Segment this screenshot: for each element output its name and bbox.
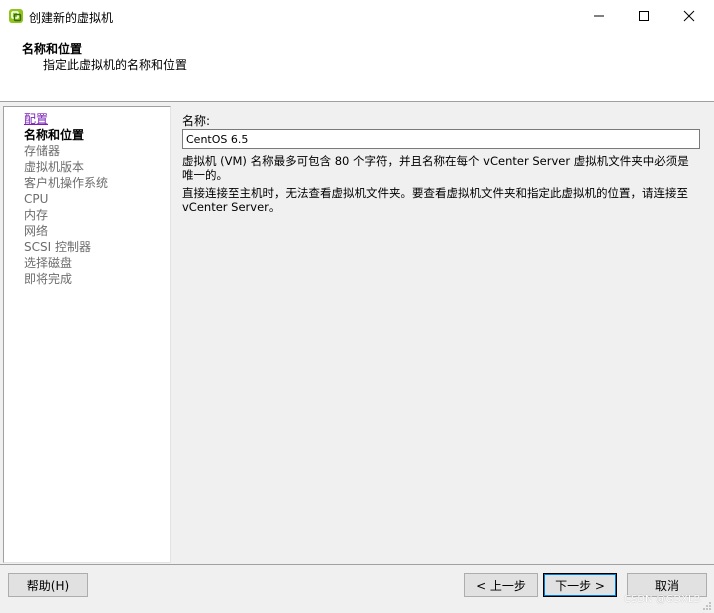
step-memory: 内存 — [24, 208, 49, 222]
wizard-body: 配置 名称和位置 存储器 虚拟机版本 客户机操作系统 CPU 内存 网络 SCS… — [0, 102, 714, 564]
vmware-vsphere-icon — [8, 8, 24, 24]
step-cpu: CPU — [24, 192, 49, 206]
watermark: CSDN @GDXLB — [624, 594, 701, 605]
step-configuration[interactable]: 配置 — [24, 111, 48, 127]
step-select-disk: 选择磁盘 — [24, 256, 73, 270]
next-button[interactable]: 下一步 > — [543, 573, 617, 597]
help-button[interactable]: 帮助(H) — [8, 573, 88, 597]
close-button[interactable] — [666, 0, 712, 32]
minimize-button[interactable] — [576, 0, 622, 32]
window-title: 创建新的虚拟机 — [29, 11, 114, 25]
maximize-button[interactable] — [621, 0, 667, 32]
page-title: 名称和位置 — [22, 42, 83, 56]
wizard-header: 名称和位置 指定此虚拟机的名称和位置 — [0, 32, 714, 102]
close-icon — [683, 10, 695, 22]
maximize-icon — [639, 11, 649, 21]
back-button[interactable]: < 上一步 — [464, 573, 538, 597]
page-subtitle: 指定此虚拟机的名称和位置 — [43, 58, 188, 72]
step-network: 网络 — [24, 224, 49, 238]
step-guest-os: 客户机操作系统 — [24, 176, 109, 190]
step-storage: 存储器 — [24, 144, 61, 158]
folder-help-text: 直接连接至主机时，无法查看虚拟机文件夹。要查看虚拟机文件夹和指定此虚拟机的位置，… — [182, 186, 688, 214]
vm-name-input[interactable] — [182, 129, 700, 149]
minimize-icon — [594, 15, 604, 17]
name-label: 名称: — [182, 114, 211, 128]
name-help-text: 虚拟机 (VM) 名称最多可包含 80 个字符，并且名称在每个 vCenter … — [182, 154, 689, 182]
wizard-footer: 帮助(H) < 上一步 下一步 > 取消 CSDN @GDXLB — [0, 564, 714, 613]
step-scsi-controller: SCSI 控制器 — [24, 240, 91, 254]
step-name-location: 名称和位置 — [24, 128, 85, 142]
wizard-steps-panel: 配置 名称和位置 存储器 虚拟机版本 客户机操作系统 CPU 内存 网络 SCS… — [3, 106, 171, 563]
resize-grip-icon[interactable] — [702, 601, 712, 611]
step-ready-to-complete: 即将完成 — [24, 272, 73, 286]
title-bar: 创建新的虚拟机 — [0, 0, 714, 32]
step-vm-version: 虚拟机版本 — [24, 160, 85, 174]
